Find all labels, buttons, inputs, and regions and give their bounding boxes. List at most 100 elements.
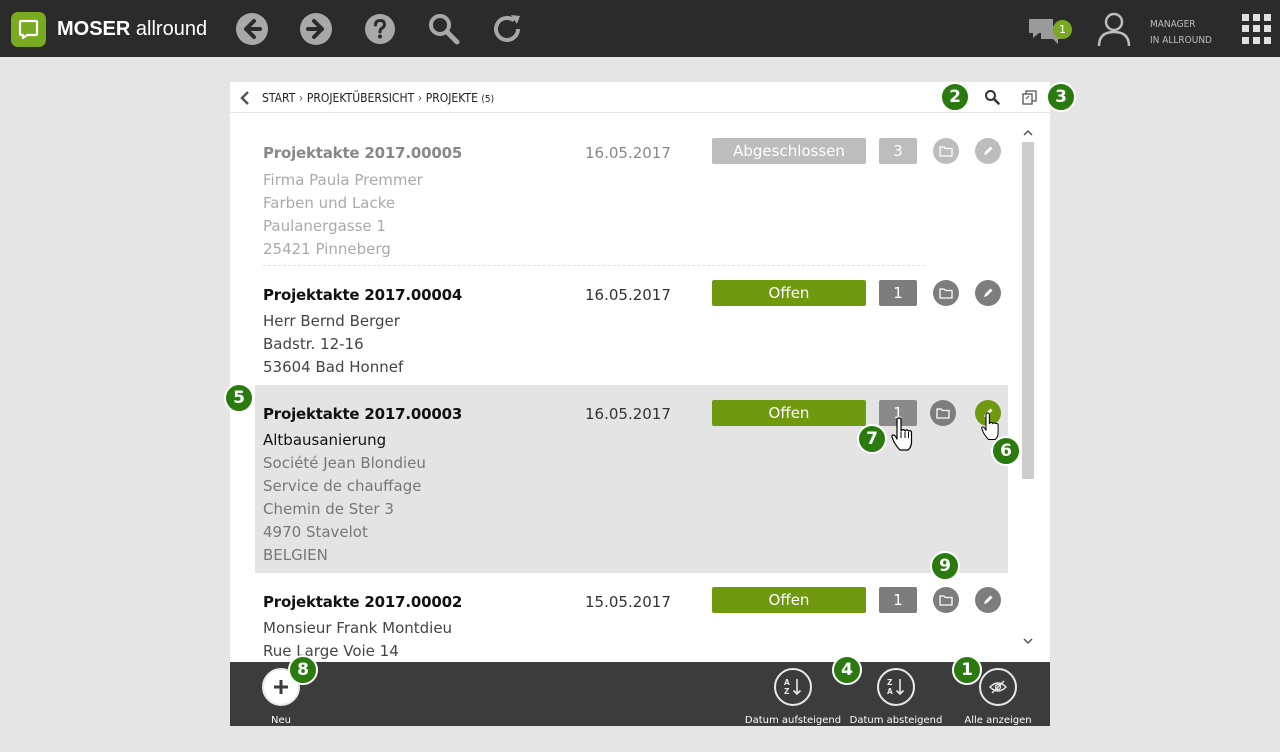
list-item-selected[interactable]: Projektakte 2017.00003 16.05.2017 Offen … [255, 385, 1008, 573]
address-line: Monsieur Frank Montdieu [263, 619, 453, 637]
show-all-label: Alle anzeigen [964, 715, 1032, 726]
project-title[interactable]: Projektakte 2017.00002 [263, 593, 462, 611]
breadcrumb-overview[interactable]: PROJEKTÜBERSICHT [307, 91, 414, 105]
folder-icon [939, 595, 953, 606]
count-badge[interactable]: 3 [879, 138, 917, 164]
callout-1: 1 [952, 655, 982, 685]
new-button[interactable]: Neu [226, 668, 336, 726]
address-line: Herr Bernd Berger [263, 312, 400, 330]
apps-grid-icon[interactable] [1242, 14, 1272, 44]
breadcrumb-bar: START › PROJEKTÜBERSICHT › PROJEKTE (5) [230, 82, 1050, 113]
callout-5: 5 [224, 383, 254, 413]
address-line: 25421 Pinneberg [263, 240, 391, 258]
sort-asc-label: Datum aufsteigend [744, 715, 842, 726]
edit-button[interactable] [975, 280, 1001, 306]
address-line: Badstr. 12-16 [263, 335, 364, 353]
address-line: Service de chauffage [263, 477, 422, 495]
project-date: 15.05.2017 [585, 593, 671, 611]
address-line: Firma Paula Premmer [263, 171, 423, 189]
callout-8: 8 [288, 655, 318, 685]
user-role-line2: IN ALLROUND [1150, 35, 1212, 46]
scrollbar[interactable] [1022, 127, 1034, 649]
folder-button[interactable] [930, 400, 956, 426]
pencil-icon [984, 288, 993, 297]
project-title[interactable]: Projektakte 2017.00004 [263, 286, 462, 304]
count-badge[interactable]: 1 [879, 587, 917, 613]
logo-icon [18, 19, 39, 40]
sort-asc-circle[interactable]: A Z [774, 668, 812, 706]
scroll-up-icon[interactable] [1022, 127, 1034, 139]
folder-icon [936, 408, 950, 419]
scrollbar-thumb[interactable] [1022, 142, 1034, 479]
search-icon[interactable] [426, 11, 462, 47]
breadcrumb-count: (5) [481, 94, 495, 105]
plus-icon [274, 680, 288, 694]
sort-za-icon: Z A [887, 678, 905, 696]
project-date: 16.05.2017 [585, 405, 671, 423]
project-title[interactable]: Projektakte 2017.00005 [263, 144, 462, 162]
breadcrumb-back-icon[interactable] [238, 90, 252, 106]
svg-text:Z: Z [887, 678, 893, 687]
folder-button[interactable] [933, 280, 959, 306]
list-item[interactable]: Projektakte 2017.00005 16.05.2017 Abgesc… [255, 114, 1008, 266]
svg-text:Z: Z [784, 687, 790, 696]
address-line: Paulanergasse 1 [263, 217, 386, 235]
bottom-toolbar: Neu A Z Datum aufsteigend Z A Datum abst… [230, 662, 1050, 726]
scroll-down-icon[interactable] [1022, 635, 1034, 647]
callout-4: 4 [832, 655, 862, 685]
pencil-icon [984, 146, 993, 155]
sort-date-asc-button[interactable]: A Z Datum aufsteigend [738, 668, 848, 726]
refresh-icon[interactable] [490, 11, 526, 47]
eye-slash-icon [989, 680, 1007, 694]
user-role-line1: MANAGER [1150, 19, 1196, 30]
show-all-circle[interactable] [979, 668, 1017, 706]
status-badge: Offen [712, 400, 866, 426]
address-line: Société Jean Blondieu [263, 454, 426, 472]
project-address: Firma Paula Premmer Farben und Lacke Pau… [263, 169, 423, 261]
back-icon[interactable] [234, 11, 270, 47]
breadcrumb-start[interactable]: START [262, 91, 295, 105]
list-item[interactable]: Projektakte 2017.00004 16.05.2017 Offen … [255, 266, 1008, 385]
project-title[interactable]: Projektakte 2017.00003 [263, 405, 462, 423]
folder-button[interactable] [933, 138, 959, 164]
hand-cursor-icon [891, 417, 913, 451]
status-badge: Offen [712, 280, 866, 306]
count-badge[interactable]: 1 [879, 280, 917, 306]
address-line: Farben und Lacke [263, 194, 396, 212]
copy-icon[interactable] [1022, 90, 1037, 105]
project-date: 16.05.2017 [585, 144, 671, 162]
address-line: BELGIEN [263, 546, 328, 564]
address-line: 4970 Stavelot [263, 523, 368, 541]
callout-3: 3 [1046, 82, 1076, 112]
project-subject: Altbausanierung [263, 431, 387, 449]
pencil-icon [984, 595, 993, 604]
callout-6: 6 [991, 436, 1021, 466]
new-button-label: Neu [271, 715, 291, 726]
folder-button[interactable] [933, 587, 959, 613]
user-icon[interactable] [1097, 11, 1131, 47]
breadcrumb-projects[interactable]: PROJEKTE [426, 91, 478, 105]
breadcrumb: START › PROJEKTÜBERSICHT › PROJEKTE (5) [262, 91, 495, 105]
svg-text:A: A [784, 678, 790, 687]
help-icon[interactable] [362, 11, 398, 47]
folder-icon [939, 288, 953, 299]
project-address: Altbausanierung Société Jean Blondieu Se… [263, 429, 426, 567]
list-item[interactable]: Projektakte 2017.00002 15.05.2017 Offen … [255, 573, 1008, 662]
edit-button[interactable] [975, 138, 1001, 164]
svg-text:A: A [887, 687, 893, 696]
project-address: Herr Bernd Berger Badstr. 12-16 53604 Ba… [263, 310, 403, 379]
callout-7: 7 [857, 424, 887, 454]
app-logo[interactable] [11, 12, 46, 47]
status-badge: Offen [712, 587, 866, 613]
folder-icon [939, 146, 953, 157]
user-role[interactable]: MANAGER IN ALLROUND [1150, 17, 1212, 49]
address-line: Chemin de Ster 3 [263, 500, 394, 518]
forward-icon[interactable] [298, 11, 334, 47]
sort-desc-circle[interactable]: Z A [877, 668, 915, 706]
edit-button[interactable] [975, 587, 1001, 613]
list-search-icon[interactable] [984, 89, 1000, 105]
project-address: Monsieur Frank Montdieu Rue Large Voie 1… [263, 617, 452, 662]
project-list[interactable]: Projektakte 2017.00005 16.05.2017 Abgesc… [230, 114, 1050, 662]
sort-desc-label: Datum absteigend [849, 715, 943, 726]
callout-9: 9 [930, 551, 960, 581]
